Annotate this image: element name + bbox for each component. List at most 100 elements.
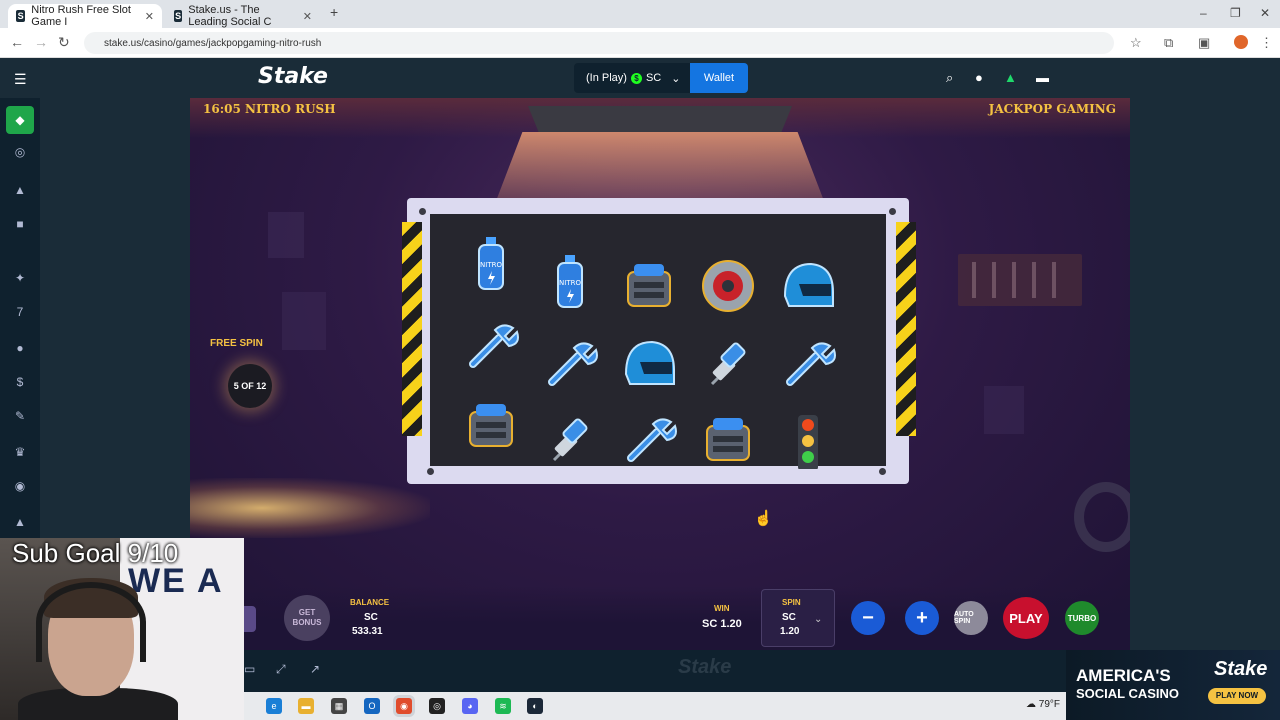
ad-subheadline: SOCIAL CASINO <box>1076 686 1180 701</box>
popout-icon[interactable]: ↗ <box>310 662 320 676</box>
frame-bolt <box>889 208 896 215</box>
sidebar-blog-icon[interactable]: ✎ <box>12 408 28 424</box>
spark-plug-icon <box>538 408 602 472</box>
wallet-button[interactable]: Wallet <box>690 63 748 93</box>
outlook-icon[interactable]: O <box>364 698 380 714</box>
bookmark-star-icon[interactable]: ☆ <box>1130 35 1142 51</box>
sidebar-vip-icon[interactable]: ♛ <box>12 444 28 460</box>
browser-tab-bar: S Nitro Rush Free Slot Game I ✕ S Stake.… <box>0 0 1280 28</box>
turbo-button[interactable]: TURBO <box>1065 601 1099 635</box>
play-button[interactable]: PLAY <box>1003 597 1049 639</box>
auto-spin-button[interactable]: AUTO SPIN <box>954 601 988 635</box>
sidebar-promotions-icon[interactable]: ▲ <box>12 182 28 198</box>
sidebar-support-icon[interactable]: ◉ <box>12 478 28 494</box>
helmet-icon <box>617 332 681 396</box>
fullscreen-icon[interactable]: ⤢ <box>276 662 286 677</box>
free-spin-label: FREE SPIN <box>210 338 263 349</box>
wrench-icon <box>459 314 523 378</box>
wrench-icon <box>538 332 602 396</box>
tab-stake-us[interactable]: S Stake.us - The Leading Social C ✕ <box>166 4 320 28</box>
file-explorer-icon[interactable]: ▬ <box>298 698 314 714</box>
spin-bet-selector[interactable]: SPIN SC 1.20 ⌄ <box>761 589 835 647</box>
close-window-icon[interactable]: ✕ <box>1260 6 1270 20</box>
notifications-bell-icon[interactable]: ▲ <box>1004 70 1017 85</box>
nitro-bottle-icon: NITRO <box>459 232 523 296</box>
minimize-icon[interactable]: – <box>1200 6 1207 20</box>
wrench-rack <box>958 254 1082 306</box>
cloud-icon: ☁ <box>1026 699 1036 710</box>
decrease-bet-button[interactable]: − <box>851 601 885 635</box>
tab-nitro-rush[interactable]: S Nitro Rush Free Slot Game I ✕ <box>8 4 162 28</box>
url-field[interactable]: stake.us/casino/games/jackpopgaming-nitr… <box>84 32 1114 54</box>
balance-value: 533.31 <box>352 626 383 637</box>
engine-icon <box>617 254 681 318</box>
win-value: SC 1.20 <box>702 618 742 630</box>
free-spin-counter: 5 OF 12 <box>228 364 272 408</box>
sidebar-live-icon[interactable]: ● <box>12 340 28 356</box>
spin-currency: SC <box>782 612 796 623</box>
engine-icon <box>459 394 523 458</box>
frame-bolt <box>879 468 886 475</box>
spin-label: SPIN <box>782 598 801 607</box>
tab-title: Nitro Rush Free Slot Game I <box>31 4 131 28</box>
balance-state: (In Play) <box>586 72 627 84</box>
edge-icon[interactable]: e <box>266 698 282 714</box>
spin-value: 1.20 <box>780 626 800 637</box>
wall-poster <box>282 292 326 350</box>
wall-poster <box>984 386 1024 434</box>
sidepanel-icon[interactable]: ▣ <box>1198 35 1210 51</box>
sidebar-new-releases-icon[interactable]: ✦ <box>12 270 28 286</box>
search-icon[interactable]: ⌕ <box>946 70 953 86</box>
user-icon[interactable]: ● <box>975 70 983 85</box>
hazard-stripe-left <box>402 222 422 436</box>
new-tab-button[interactable]: + <box>330 4 338 20</box>
balance-currency: SC <box>645 72 662 84</box>
frame-bolt <box>427 468 434 475</box>
extensions-icon[interactable]: ⧉ <box>1164 35 1173 51</box>
traffic-light-icon <box>776 408 840 472</box>
weather-temp: 79°F <box>1038 699 1061 710</box>
hazard-stripe-right <box>896 222 916 436</box>
car-headlights <box>190 478 430 538</box>
maximize-icon[interactable]: ❐ <box>1230 6 1241 20</box>
steam-icon[interactable]: ◐ <box>527 698 543 714</box>
sidebar-responsible-icon[interactable]: ▲ <box>12 514 28 530</box>
chat-icon[interactable]: ▬ <box>1036 70 1049 85</box>
calculator-icon[interactable]: ▦ <box>331 698 347 714</box>
tab-title: Stake.us - The Leading Social C <box>188 4 272 28</box>
stake-logo[interactable]: Stake <box>258 64 328 89</box>
balance-selector[interactable]: (In Play) $ SC ⌄ <box>574 63 690 93</box>
sidebar-sports-icon[interactable]: ◎ <box>12 144 28 160</box>
balance-currency-label: SC <box>364 612 378 623</box>
win-label: WIN <box>714 604 730 613</box>
back-icon[interactable]: ← <box>10 34 24 50</box>
wrench-icon <box>776 332 840 396</box>
menu-kebab-icon[interactable]: ⋮ <box>1260 35 1273 51</box>
game-canvas[interactable]: 16:05 NITRO RUSH JACKPOP GAMING FREE SPI… <box>190 98 1130 650</box>
discord-icon[interactable]: ◕ <box>462 698 478 714</box>
theatre-mode-icon[interactable]: ▭ <box>244 662 255 676</box>
sidebar-slots-icon[interactable]: 7 <box>12 304 28 320</box>
ad-play-now-button[interactable]: PLAY NOW <box>1208 688 1266 704</box>
rack-wrench-icon <box>992 262 996 298</box>
close-tab-icon[interactable]: ✕ <box>303 10 312 23</box>
chrome-icon[interactable]: ◉ <box>396 698 412 714</box>
sidebar-favourites-icon[interactable]: ■ <box>12 216 28 232</box>
sidebar-casino-icon[interactable]: ◆ <box>6 106 34 134</box>
spotify-icon[interactable]: ≋ <box>495 698 511 714</box>
forward-icon[interactable]: → <box>34 34 48 50</box>
balance-label: BALANCE <box>350 598 390 607</box>
menu-hamburger-icon[interactable]: ☰ <box>14 71 27 88</box>
reload-icon[interactable]: ↻ <box>58 34 70 51</box>
close-tab-icon[interactable]: ✕ <box>145 10 154 23</box>
profile-avatar[interactable] <box>1234 35 1248 49</box>
increase-bet-button[interactable]: + <box>905 601 939 635</box>
stake-ad-banner[interactable]: AMERICA'S SOCIAL CASINO Stake PLAY NOW <box>1066 650 1280 720</box>
rack-wrench-icon <box>1032 262 1036 298</box>
sidebar-originals-icon[interactable]: $ <box>12 374 28 390</box>
reel-grid: NITRO NITRO <box>430 214 886 469</box>
obs-icon[interactable]: ◎ <box>429 698 445 714</box>
spark-plug-icon <box>696 332 760 396</box>
get-bonus-button[interactable]: GET BONUS <box>284 595 330 641</box>
game-title: 16:05 NITRO RUSH <box>203 102 336 116</box>
